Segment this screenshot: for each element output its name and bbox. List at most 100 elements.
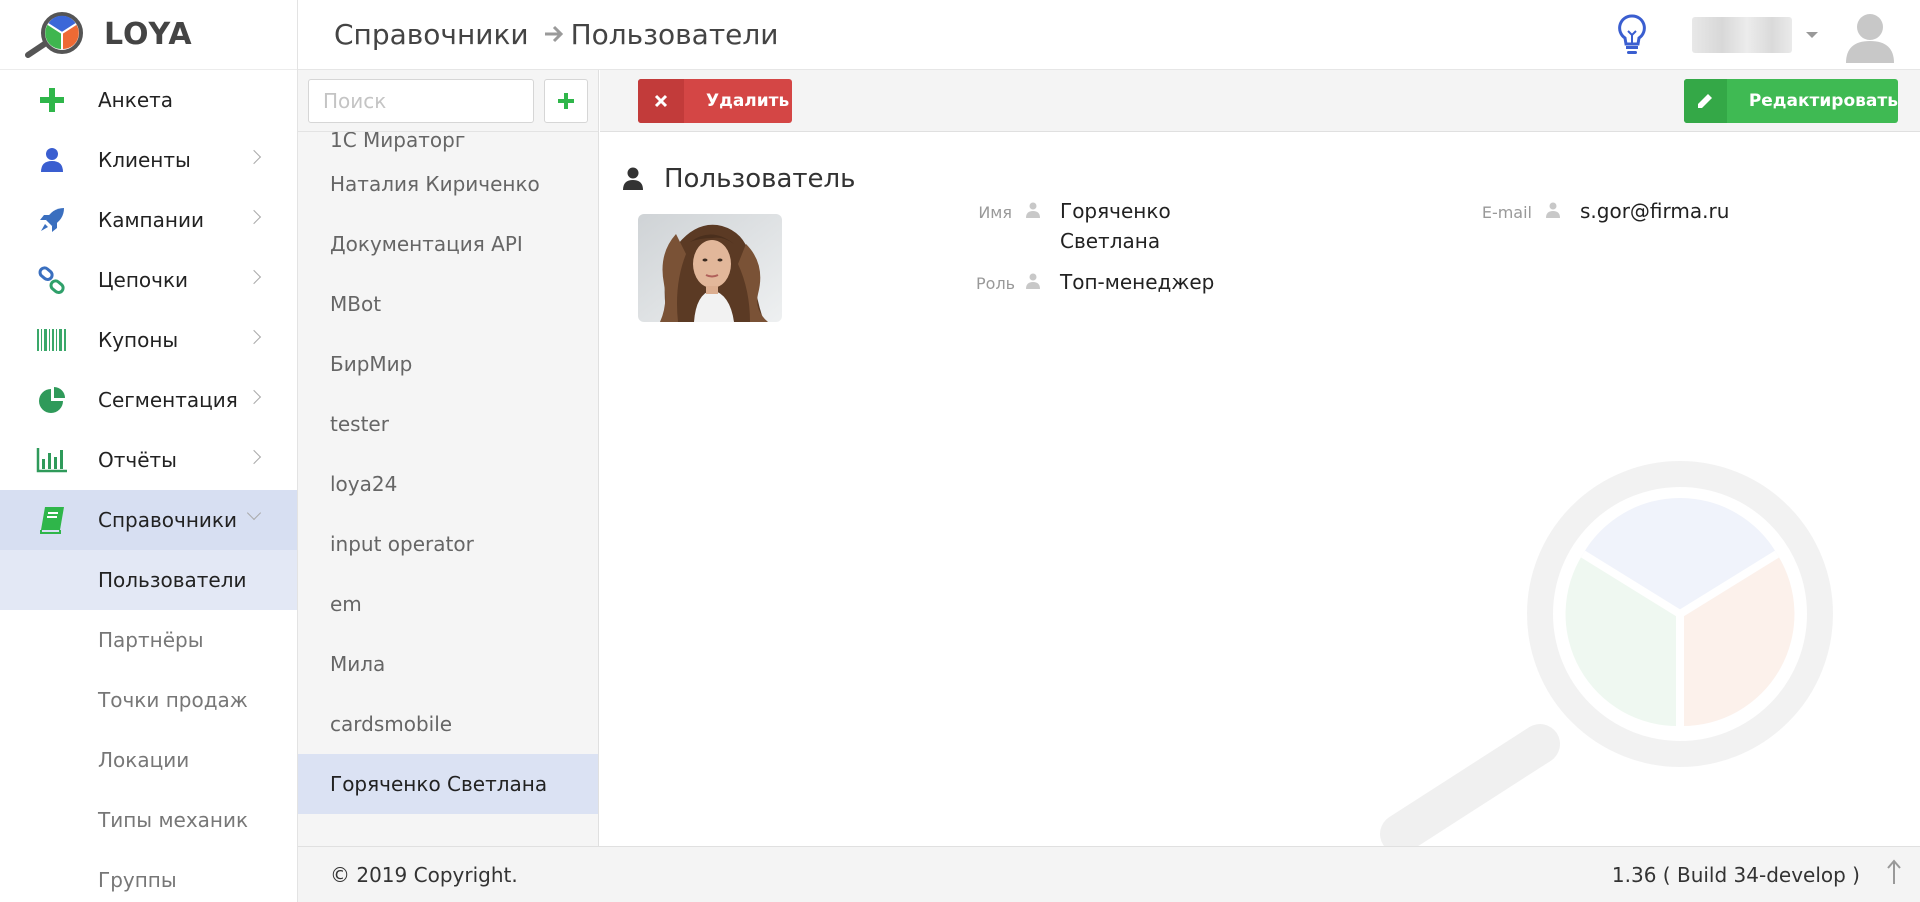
user-details: Пользователь Имя Горяченко Светлана Роль… <box>600 132 1920 846</box>
version-info: 1.36 ( Build 34-develop ) <box>1611 862 1860 887</box>
section-title: Пользователь <box>622 164 855 194</box>
list-item[interactable]: Мила <box>298 634 598 694</box>
chevron-down-icon <box>246 505 262 521</box>
user-icon <box>1024 267 1042 289</box>
sidebar-item-label: Отчёты <box>98 448 177 472</box>
user-icon <box>34 142 70 178</box>
username-blurred[interactable] <box>1692 17 1792 53</box>
name-field: Имя Горяченко Светлана <box>976 196 1171 256</box>
sidebar-subitem-mechanic-types[interactable]: Типы механик <box>0 790 297 850</box>
email-label: E-mail <box>1481 203 1532 222</box>
breadcrumb-parent[interactable]: Справочники <box>334 18 529 51</box>
email-field: E-mail s.gor@firma.ru <box>1480 196 1730 226</box>
sidebar-subitem-groups[interactable]: Группы <box>0 850 297 902</box>
footer: © 2019 Copyright. 1.36 ( Build 34-develo… <box>298 846 1920 902</box>
copyright: © 2019 Copyright. <box>330 862 518 887</box>
loya-watermark-icon <box>1370 414 1850 846</box>
list-item[interactable]: tester <box>298 394 598 454</box>
pie-chart-icon <box>34 382 70 418</box>
list-item[interactable]: Документация API <box>298 214 598 274</box>
sidebar-item-campaigns[interactable]: Кампании <box>0 190 297 250</box>
lightbulb-icon[interactable] <box>1612 10 1652 60</box>
sidebar-item-label: Анкета <box>98 88 174 112</box>
edit-button[interactable]: Редактировать <box>1684 79 1898 123</box>
sidebar-item-anketa[interactable]: Анкета <box>0 70 297 130</box>
sidebar-item-coupons[interactable]: Купоны <box>0 310 297 370</box>
action-toolbar: Удалить Редактировать <box>600 70 1920 132</box>
sidebar-item-label: Кампании <box>98 208 204 232</box>
logo-magnifier-icon <box>22 11 84 59</box>
barcode-icon <box>34 322 70 358</box>
chevron-right-icon <box>246 329 262 345</box>
brand-name: LOYA <box>104 17 193 52</box>
rocket-icon <box>34 202 70 238</box>
sidebar: LOYA Анкета Клиенты Кампании Цепочки Куп… <box>0 0 298 902</box>
name-value-line1: Горяченко <box>1060 199 1171 223</box>
top-header: Справочники Пользователи <box>298 0 1920 70</box>
sidebar-item-reports[interactable]: Отчёты <box>0 430 297 490</box>
sidebar-subitem-locations[interactable]: Локации <box>0 730 297 790</box>
breadcrumb: Справочники Пользователи <box>334 18 778 51</box>
user-icon <box>623 167 643 190</box>
users-list: 1С Мираторг Наталия Кириченко Документац… <box>298 132 598 846</box>
list-item[interactable]: БирМир <box>298 334 598 394</box>
sidebar-item-label: Цепочки <box>98 268 189 292</box>
user-icon <box>1024 196 1042 218</box>
caret-down-icon[interactable] <box>1806 32 1818 38</box>
list-item[interactable]: Наталия Кириченко <box>298 154 598 214</box>
sidebar-item-segmentation[interactable]: Сегментация <box>0 370 297 430</box>
delete-button-label: Удалить <box>706 91 790 111</box>
chevron-right-icon <box>246 209 262 225</box>
role-value: Топ-менеджер <box>1060 270 1215 294</box>
book-icon <box>34 502 70 538</box>
delete-button[interactable]: Удалить <box>638 79 792 123</box>
sidebar-item-label: Купоны <box>98 328 179 352</box>
pencil-icon <box>1684 79 1727 123</box>
list-item-selected[interactable]: Горяченко Светлана <box>298 754 598 814</box>
chevron-right-icon <box>246 269 262 285</box>
header-actions <box>1612 0 1920 70</box>
sidebar-subitem-points-of-sale[interactable]: Точки продаж <box>0 670 297 730</box>
arrow-right-icon <box>543 24 565 44</box>
logo[interactable]: LOYA <box>0 0 297 70</box>
email-value: s.gor@firma.ru <box>1580 199 1730 223</box>
name-value-line2: Светлана <box>1060 229 1161 253</box>
page-title: Пользователи <box>570 18 779 51</box>
section-title-text: Пользователь <box>664 164 856 194</box>
add-user-button[interactable] <box>544 78 588 123</box>
plus-icon <box>34 82 70 118</box>
search-input[interactable] <box>308 78 534 123</box>
chevron-right-icon <box>246 149 262 165</box>
list-item[interactable]: MBot <box>298 274 598 334</box>
role-label: Роль <box>976 274 1016 293</box>
sidebar-item-clients[interactable]: Клиенты <box>0 130 297 190</box>
list-item[interactable]: cardsmobile <box>298 694 598 754</box>
list-item[interactable]: loya24 <box>298 454 598 514</box>
edit-button-label: Редактировать <box>1748 91 1898 111</box>
user-icon <box>1544 196 1562 218</box>
sidebar-item-label: Сегментация <box>98 388 238 412</box>
sidebar-item-chains[interactable]: Цепочки <box>0 250 297 310</box>
name-value: Горяченко Светлана <box>1060 196 1171 256</box>
role-field: Роль Топ-менеджер <box>976 267 1214 297</box>
users-list-panel: 1С Мираторг Наталия Кириченко Документац… <box>298 70 599 846</box>
chevron-right-icon <box>246 389 262 405</box>
avatar[interactable] <box>1842 7 1898 63</box>
plus-icon <box>558 92 574 109</box>
bar-chart-icon <box>34 442 70 478</box>
sidebar-item-directories[interactable]: Справочники <box>0 490 297 550</box>
chevron-right-icon <box>246 449 262 465</box>
link-icon <box>34 262 70 298</box>
list-item[interactable]: em <box>298 574 598 634</box>
sidebar-item-label: Справочники <box>98 508 237 532</box>
close-icon <box>638 79 684 123</box>
sidebar-item-label: Клиенты <box>98 148 191 172</box>
arrow-up-icon[interactable] <box>1886 859 1902 889</box>
sidebar-subitem-users[interactable]: Пользователи <box>0 550 297 610</box>
list-item[interactable]: input operator <box>298 514 598 574</box>
list-toolbar <box>298 70 598 132</box>
name-label: Имя <box>978 203 1012 222</box>
user-photo <box>638 214 782 322</box>
list-item[interactable]: 1С Мираторг <box>298 132 598 154</box>
sidebar-subitem-partners[interactable]: Партнёры <box>0 610 297 670</box>
